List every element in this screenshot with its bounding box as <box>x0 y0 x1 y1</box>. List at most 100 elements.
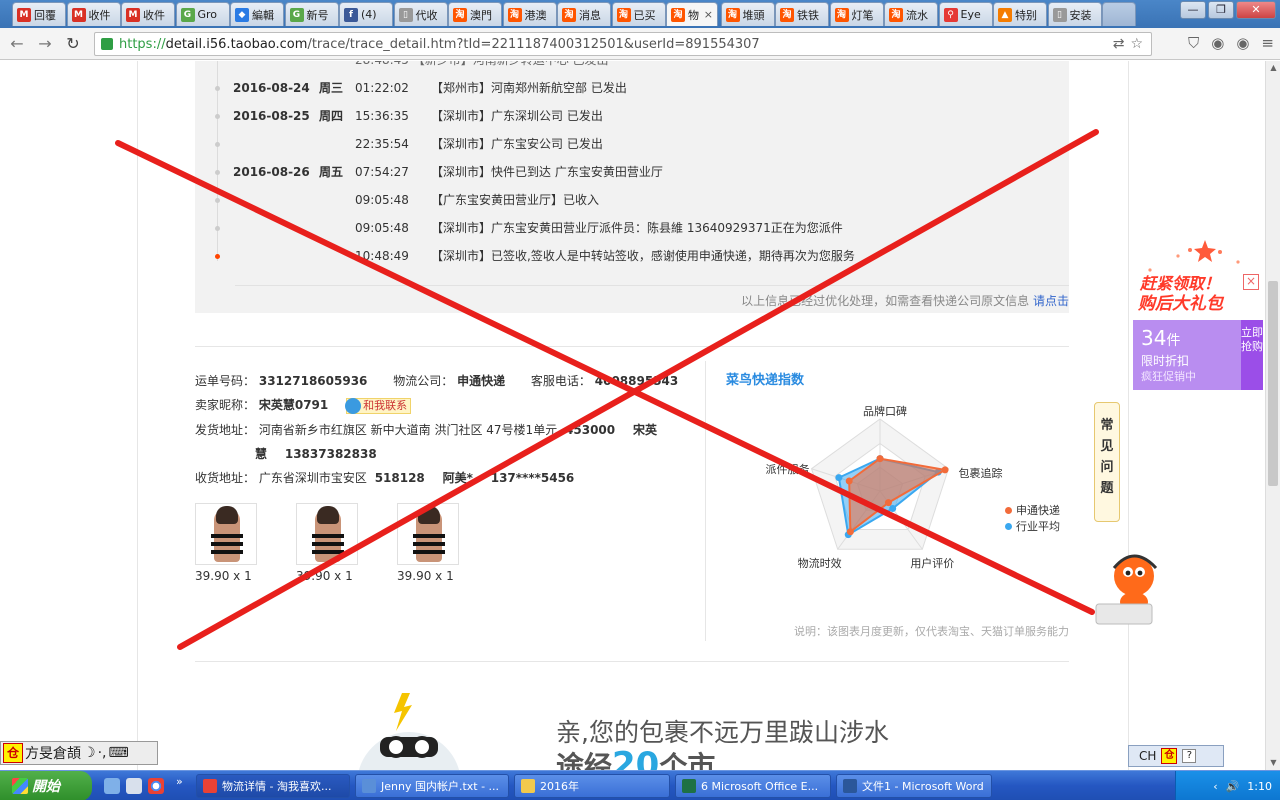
browser-tab[interactable]: 淘堆頭 <box>720 2 775 26</box>
maximize-button[interactable]: ❐ <box>1208 1 1234 19</box>
keyboard-icon[interactable]: ⌨ <box>108 745 128 761</box>
language-bar[interactable]: CH 仓 ? <box>1128 745 1224 767</box>
quicklaunch-more-icon[interactable]: » <box>176 775 183 788</box>
legend-dot-icon <box>1005 507 1012 514</box>
menu-icon[interactable]: ≡ <box>1261 34 1274 52</box>
close-gift-button[interactable]: × <box>1243 274 1259 290</box>
radar-category-label: 品牌口碑 <box>863 405 907 418</box>
help-icon[interactable]: ? <box>1182 749 1197 763</box>
tab-label: 消息 <box>579 8 601 22</box>
from-name: 宋英 <box>632 423 657 437</box>
page-border <box>137 61 138 770</box>
browser-tab[interactable]: 淘澳門 <box>448 2 502 26</box>
trace-desc: 【深圳市】快件已到达 广东宝安黄田营业厅 <box>431 165 663 179</box>
browser-tab[interactable]: ▯ 安装 <box>1047 2 1102 26</box>
browser-tab[interactable]: ▲ 特别 <box>993 2 1047 26</box>
browser-tab[interactable]: ⚲ Eye <box>938 2 993 26</box>
product-thumbnail[interactable] <box>195 503 257 565</box>
new-tab-button[interactable] <box>1102 2 1136 26</box>
radar-note: 说明：该图表月度更新，仅代表淘宝、天猫订单服务能力 <box>794 625 1069 638</box>
browser-tab[interactable]: G Gro <box>175 2 230 26</box>
browser-tab[interactable]: M 回覆 <box>12 2 66 26</box>
reload-button[interactable]: ↻ <box>62 34 84 54</box>
trace-note: 以上信息已经过优化处理，如需查看快递公司原文信息 请点击 <box>741 292 1069 309</box>
scroll-up-arrow[interactable]: ▲ <box>1266 61 1280 75</box>
browser-tab[interactable]: f (4) <box>339 2 393 26</box>
tab-close-icon[interactable]: × <box>704 8 713 21</box>
from-address: 河南省新乡市红旗区 新中大道南 洪门社区 47号楼1单元 <box>258 423 558 437</box>
start-button[interactable]: 開始 <box>0 771 92 800</box>
contact-seller-button[interactable]: 和我联系 <box>345 397 412 414</box>
bookmark-star-icon[interactable]: ☆ <box>1130 36 1143 52</box>
chrome-icon[interactable] <box>148 778 164 794</box>
browser-tab[interactable]: 淘铁铁 <box>775 2 829 26</box>
page-scrollbar[interactable]: ▲ ▼ <box>1265 61 1280 770</box>
trace-date: 2016-08-24 <box>233 81 310 95</box>
ime-toolbar[interactable]: 仓 方旻倉頡 ☽ ·, ⌨ <box>0 741 158 765</box>
scroll-down-arrow[interactable]: ▼ <box>1266 756 1280 770</box>
moon-icon[interactable]: ☽ <box>83 745 96 761</box>
tab-label: 已买 <box>633 8 656 22</box>
timeline-dot-icon <box>215 142 220 147</box>
browser-tab[interactable]: M 收件 <box>121 2 175 26</box>
faq-button[interactable]: 常见问题 <box>1094 402 1120 522</box>
taskbar-button-label: 6 Microsoft Office E... <box>701 779 819 793</box>
punctuation-icon[interactable]: ·, <box>98 745 107 761</box>
back-button[interactable]: ← <box>6 34 28 54</box>
product-item[interactable]: 39.90 x 1 <box>296 503 358 583</box>
minimize-button[interactable]: — <box>1180 1 1206 19</box>
browser-tab[interactable]: ◆ 編輯 <box>230 2 284 26</box>
radar-category-label: 包裹追踪 <box>958 466 1003 480</box>
timeline-dot-icon <box>215 254 220 259</box>
browser-tab[interactable]: 淘已买 <box>611 2 666 26</box>
calculator-icon[interactable] <box>126 778 142 794</box>
clock[interactable]: 1:10 <box>1247 780 1272 793</box>
seller-label: 卖家昵称： <box>195 398 256 412</box>
product-thumbnail[interactable] <box>397 503 459 565</box>
page-border <box>1128 61 1129 770</box>
language-indicator[interactable]: CH <box>1139 749 1156 763</box>
volume-icon[interactable]: 🔊 <box>1226 780 1240 793</box>
show-desktop-icon[interactable] <box>104 778 120 794</box>
browser-tab[interactable]: 淘物 × <box>666 2 718 26</box>
product-item[interactable]: 39.90 x 1 <box>397 503 459 583</box>
taskbar-button[interactable]: 2016年 <box>514 774 670 798</box>
browser-tab[interactable]: 淘灯笔 <box>829 2 884 26</box>
trace-time: 15:36:35 <box>355 109 409 123</box>
browser-tab[interactable]: 淘流水 <box>884 2 938 26</box>
taskbar-app-icon <box>521 779 535 793</box>
tab-favicon-icon: 淘 <box>889 7 903 22</box>
buy-now-button[interactable]: 立即抢购 <box>1241 320 1263 390</box>
gift-count-unit: 件 <box>1166 333 1181 349</box>
browser-tab[interactable]: 淘消息 <box>557 2 611 26</box>
browser-tab[interactable]: 淘港澳 <box>502 2 557 26</box>
taskbar-button[interactable]: Jenny 国内帐户.txt - ... <box>355 774 509 798</box>
taskbar-button[interactable]: 文件1 - Microsoft Word <box>836 774 992 798</box>
browser-tab[interactable]: M 收件 <box>66 2 121 26</box>
trace-weekday: 周三 <box>319 81 344 95</box>
tray-arrow-icon[interactable]: ‹ <box>1213 780 1217 793</box>
ime-logo-icon[interactable]: 仓 <box>1161 748 1178 764</box>
address-bar[interactable]: https:// detail.i56.taobao.com /trace/tr… <box>94 32 1152 56</box>
trace-row: 2016-08-26 周五 07:54:27 【深圳市】快件已到达 广东宝安黄田营业厅 <box>195 162 1069 182</box>
tab-label: 特别 <box>1015 8 1037 22</box>
product-item[interactable]: 39.90 x 1 <box>195 503 257 583</box>
scroll-thumb[interactable] <box>1268 281 1278 486</box>
tab-favicon-icon: 淘 <box>453 7 467 22</box>
forward-button[interactable]: → <box>34 34 56 54</box>
extension-icon-2[interactable]: ◉ <box>1236 34 1249 52</box>
view-original-link[interactable]: 请点击 <box>1033 294 1069 308</box>
browser-tab[interactable]: G 新号 <box>284 2 339 26</box>
browser-tab[interactable]: ▯ 代收 <box>393 2 448 26</box>
extension-shield-icon[interactable]: ⛉ <box>1188 34 1199 52</box>
ime-name[interactable]: 方旻倉頡 <box>25 743 81 763</box>
taskbar-button[interactable]: 6 Microsoft Office E... <box>675 774 831 798</box>
extension-icon[interactable]: ◉ <box>1211 34 1224 52</box>
windows-flag-icon <box>12 778 28 794</box>
taskbar-button[interactable]: 物流详情 - 淘我喜欢... <box>196 774 350 798</box>
gift-card[interactable]: 34件 限时折扣 疯狂促销中 <box>1133 320 1241 390</box>
product-thumbnail[interactable] <box>296 503 358 565</box>
translate-icon[interactable]: ⇄ <box>1113 36 1125 52</box>
close-window-button[interactable]: ✕ <box>1236 1 1276 19</box>
company-label: 物流公司： <box>393 374 454 388</box>
